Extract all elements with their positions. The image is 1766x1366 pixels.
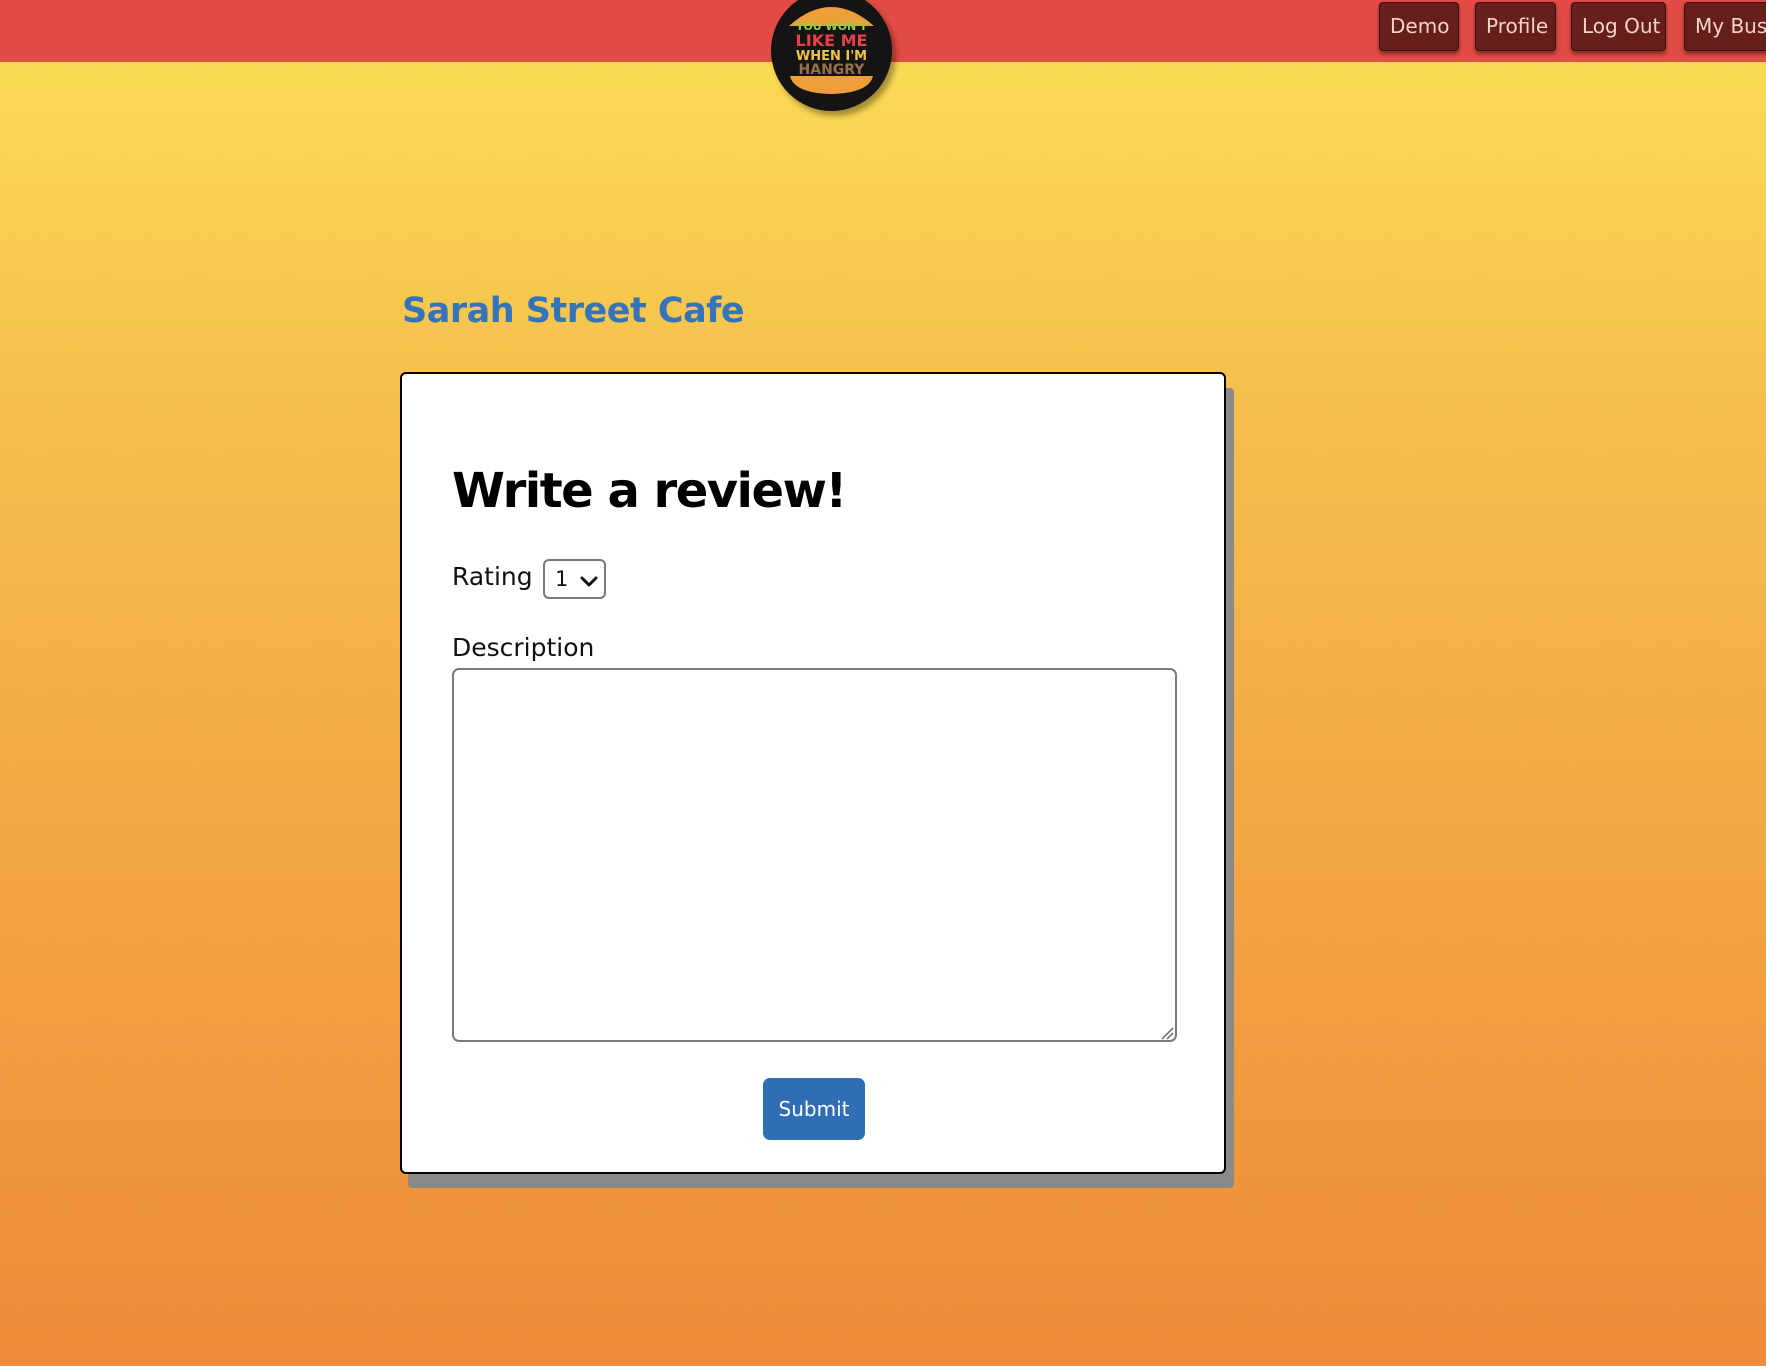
- my-business-button[interactable]: My Business: [1684, 2, 1766, 51]
- description-textarea[interactable]: [452, 668, 1177, 1042]
- review-form-card: Write a review! Rating 1 Description Sub…: [400, 372, 1226, 1174]
- submit-button[interactable]: Submit: [763, 1078, 865, 1140]
- logo-line-4: HANGRY: [799, 62, 866, 78]
- chevron-down-icon: [580, 573, 598, 592]
- business-name: Sarah Street Cafe: [402, 291, 745, 331]
- burger-logo-graphic: YOU WON'T LIKE ME WHEN I'M HANGRY: [789, 7, 874, 94]
- description-label: Description: [452, 633, 595, 662]
- log-out-button[interactable]: Log Out: [1571, 2, 1666, 51]
- profile-button[interactable]: Profile: [1475, 2, 1556, 51]
- rating-label: Rating: [452, 562, 533, 591]
- hangry-logo[interactable]: YOU WON'T LIKE ME WHEN I'M HANGRY: [771, 0, 892, 111]
- resize-handle-icon[interactable]: [1160, 1025, 1221, 1169]
- review-form-title: Write a review!: [452, 463, 847, 519]
- demo-button[interactable]: Demo: [1379, 2, 1459, 51]
- rating-selected-value: 1: [555, 567, 569, 591]
- logo-line-2: LIKE ME: [796, 31, 868, 50]
- rating-select[interactable]: 1: [543, 559, 606, 599]
